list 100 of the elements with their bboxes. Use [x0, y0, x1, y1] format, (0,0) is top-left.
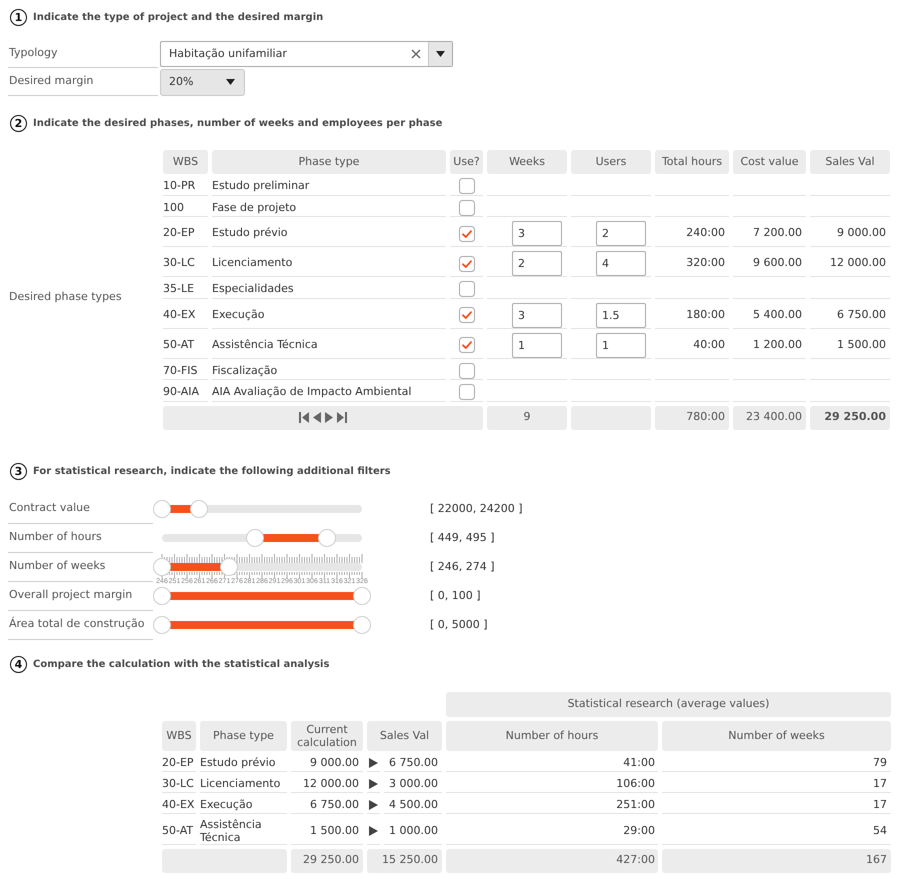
- section-heading: Indicate the desired phases, number of weeks and employees per phase: [33, 117, 442, 131]
- column-header: Current calculation: [291, 720, 363, 750]
- users-input[interactable]: 1.5: [596, 302, 646, 328]
- slider-thumb[interactable]: [220, 558, 238, 576]
- checkbox[interactable]: [458, 384, 474, 400]
- table-cell: 1 500.00: [810, 332, 890, 358]
- select-field[interactable]: Habitação unifamiliar: [160, 41, 453, 67]
- filter-label: Contract value: [8, 494, 153, 524]
- first-page-icon[interactable]: [299, 412, 309, 423]
- table-cell: 240:00: [655, 221, 729, 247]
- last-page-icon[interactable]: [337, 412, 347, 423]
- total-cell: 29 250.00: [291, 848, 363, 872]
- table-cell: Assistência Técnica: [200, 818, 287, 844]
- table-cell: 1 000.00: [384, 818, 442, 844]
- weeks-input[interactable]: 1: [512, 332, 562, 358]
- range-reading: [ 246, 274 ]: [430, 558, 495, 575]
- table-cell: 100: [163, 200, 208, 217]
- range-reading: [ 0, 100 ]: [430, 588, 481, 604]
- slider-thumb[interactable]: [353, 587, 371, 605]
- table-cell: 40-EX: [163, 302, 208, 328]
- checkbox[interactable]: [458, 362, 474, 379]
- range-slider[interactable]: [153, 616, 371, 634]
- table-cell: Licenciamento: [200, 776, 287, 792]
- column-header: Use?: [450, 150, 483, 174]
- slider-thumb[interactable]: [246, 529, 264, 547]
- column-header: Number of hours: [446, 720, 658, 750]
- checkbox[interactable]: [458, 337, 474, 353]
- table-cell: 17: [662, 776, 891, 792]
- filter-label: Área total de construção: [8, 610, 153, 640]
- step-number: 1: [10, 9, 27, 26]
- table-cell: 40-EX: [162, 796, 196, 814]
- total-cell: 780:00: [655, 406, 729, 430]
- table-cell: 35-LE: [163, 281, 208, 298]
- slider-thumb[interactable]: [153, 587, 171, 605]
- table-cell: 10-PR: [163, 178, 208, 196]
- slider-thumb[interactable]: [153, 500, 171, 518]
- triangle-icon: [369, 778, 378, 788]
- field-label: Desired margin: [8, 68, 158, 96]
- total-cell: 23 400.00: [733, 406, 806, 430]
- table-cell: 3 000.00: [384, 776, 442, 792]
- table-cell: 1 500.00: [291, 818, 363, 844]
- table-cell: Especialidades: [212, 281, 446, 298]
- table-cell: 12 000.00: [291, 776, 363, 792]
- filter-label: Number of weeks: [8, 552, 153, 582]
- table-cell: 6 750.00: [291, 796, 363, 814]
- total-cell: 9: [487, 406, 567, 430]
- checkbox[interactable]: [458, 226, 474, 242]
- column-header: Weeks: [487, 150, 567, 174]
- range-reading: [ 449, 495 ]: [430, 530, 495, 546]
- table-cell: 12 000.00: [810, 251, 890, 277]
- weeks-input[interactable]: 3: [512, 221, 562, 246]
- field-label: Typology: [8, 40, 158, 68]
- checkbox[interactable]: [458, 200, 474, 216]
- range-reading: [ 22000, 24200 ]: [430, 500, 523, 517]
- total-cell: 167: [662, 848, 891, 872]
- checkbox[interactable]: [458, 281, 474, 298]
- table-cell: 251:00: [446, 796, 658, 814]
- table-cell: 180:00: [655, 302, 729, 328]
- table-cell: 5 400.00: [733, 302, 806, 328]
- table-cell: Estudo prévio: [212, 221, 446, 247]
- section-heading: For statistical research, indicate the following additional filters: [33, 464, 391, 478]
- slider-thumb[interactable]: [353, 616, 371, 634]
- table-cell: Estudo preliminar: [212, 178, 446, 196]
- table-cell: Licenciamento: [212, 251, 446, 277]
- table-cell: 50-AT: [163, 332, 208, 358]
- table-cell: AIA Avaliação de Impacto Ambiental: [212, 384, 446, 402]
- slider-thumb[interactable]: [153, 616, 171, 634]
- caret-icon: [226, 79, 235, 85]
- users-input[interactable]: 4: [596, 251, 646, 276]
- dropdown-button[interactable]: [428, 42, 452, 66]
- weeks-input[interactable]: 2: [512, 251, 562, 276]
- checkbox[interactable]: [458, 178, 474, 194]
- slider-thumb[interactable]: [153, 558, 171, 576]
- margin-dropdown[interactable]: 20%: [160, 68, 245, 96]
- table-cell: 9 000.00: [291, 754, 363, 772]
- users-input[interactable]: 1: [596, 332, 646, 358]
- table-cell: 41:00: [446, 754, 658, 772]
- slider-thumb[interactable]: [318, 529, 336, 547]
- step-number: 4: [10, 656, 27, 672]
- filter-label: Number of hours: [8, 524, 153, 552]
- range-slider[interactable]: [153, 587, 371, 605]
- next-icon[interactable]: [325, 412, 333, 423]
- table-cell: 40:00: [655, 332, 729, 358]
- clear-icon[interactable]: [411, 49, 421, 59]
- checkbox[interactable]: [458, 307, 474, 323]
- table-cell: 54: [662, 818, 891, 844]
- weeks-input[interactable]: 3: [512, 302, 562, 328]
- step-number: 3: [10, 462, 27, 480]
- users-input[interactable]: 2: [596, 221, 646, 246]
- table-cell: 17: [662, 796, 891, 814]
- column-header: Number of weeks: [662, 720, 891, 750]
- table-cell: 29:00: [446, 818, 658, 844]
- slider-thumb[interactable]: [190, 500, 208, 518]
- table-cell: Assistência Técnica: [212, 332, 446, 358]
- checkbox[interactable]: [458, 256, 474, 272]
- previous-icon[interactable]: [313, 412, 321, 423]
- table-cell: 79: [662, 754, 891, 772]
- column-header: Sales Val: [810, 150, 890, 174]
- total-cell: 29 250.00: [810, 406, 890, 430]
- phase-types-label: Desired phase types: [8, 288, 123, 304]
